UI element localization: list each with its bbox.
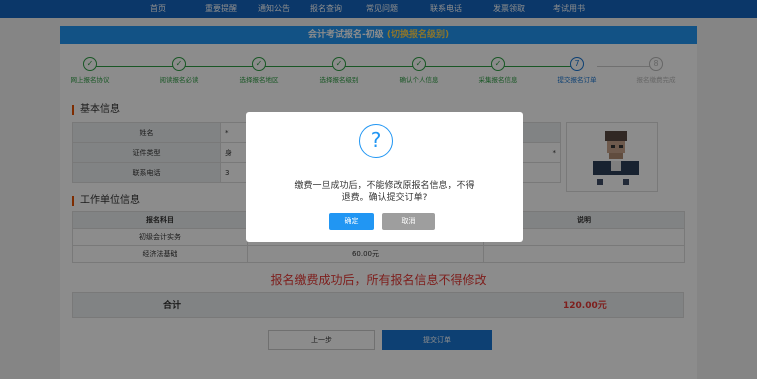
- confirm-cancel-button[interactable]: 取消: [382, 213, 435, 230]
- confirm-ok-button[interactable]: 确定: [329, 213, 374, 230]
- confirm-message: 缴费一旦成功后，不能修改原报名信息，不得 退费。确认提交订单?: [266, 180, 503, 204]
- question-icon: ?: [359, 124, 393, 158]
- confirm-message-line-1: 缴费一旦成功后，不能修改原报名信息，不得: [294, 181, 475, 191]
- confirm-message-line-2: 退费。确认提交订单?: [341, 193, 428, 203]
- confirm-dialog: ? 缴费一旦成功后，不能修改原报名信息，不得 退费。确认提交订单? 确定 取消: [246, 112, 523, 242]
